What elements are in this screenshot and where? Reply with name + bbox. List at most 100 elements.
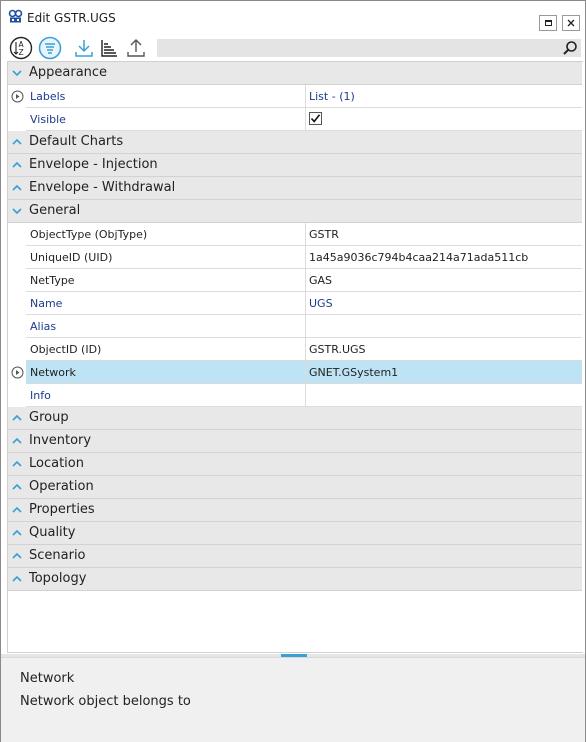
expand-circle-icon[interactable] — [11, 90, 24, 103]
chevron-up-icon[interactable] — [11, 481, 23, 493]
categorized-view-button[interactable] — [38, 36, 62, 60]
chevron-up-icon[interactable] — [11, 573, 23, 585]
property-row-name[interactable]: Name UGS — [8, 292, 582, 315]
property-value: 1a45a9036c794b4caa214a71ada511cb — [309, 251, 529, 264]
property-value-cell[interactable]: List - (1) — [306, 85, 582, 108]
property-grid: Appearance Labels List - (1) Visible Def… — [7, 61, 583, 653]
property-value-cell[interactable]: UGS — [306, 292, 582, 315]
chevron-up-icon[interactable] — [11, 550, 23, 562]
chevron-up-icon[interactable] — [11, 458, 23, 470]
chevron-up-icon[interactable] — [11, 504, 23, 516]
property-value-cell[interactable]: GSTR — [306, 223, 582, 246]
category-label: Location — [29, 456, 84, 471]
search-box[interactable] — [157, 39, 581, 57]
expand-circle-icon[interactable] — [11, 366, 24, 379]
category-label: Properties — [29, 502, 95, 517]
property-row-objectid[interactable]: ObjectID (ID) GSTR.UGS — [8, 338, 582, 361]
maximize-icon — [544, 20, 552, 26]
property-value: GSTR.UGS — [309, 343, 366, 356]
property-name: UniqueID (UID) — [30, 251, 113, 264]
chevron-up-icon[interactable] — [11, 527, 23, 539]
category-location[interactable]: Location — [8, 453, 582, 476]
chevron-down-icon[interactable] — [11, 67, 23, 79]
property-name: Labels — [30, 90, 66, 103]
close-button[interactable] — [562, 15, 580, 31]
upload-icon — [127, 39, 145, 57]
description-text: Network object belongs to — [20, 694, 191, 709]
category-general[interactable]: General — [8, 200, 582, 223]
sort-alphabetical-button[interactable]: A Z — [9, 36, 33, 60]
property-row-visible[interactable]: Visible — [8, 108, 582, 131]
chevron-down-icon[interactable] — [11, 205, 23, 217]
category-inventory[interactable]: Inventory — [8, 430, 582, 453]
description-panel: Network Network object belongs to — [1, 657, 585, 742]
property-row-objecttype[interactable]: ObjectType (ObjType) GSTR — [8, 223, 582, 246]
property-value: GNET.GSystem1 — [309, 366, 399, 379]
property-value-cell[interactable] — [306, 384, 582, 407]
sort-alphabetical-icon: A Z — [9, 36, 33, 60]
close-icon — [567, 19, 575, 27]
category-envelope-withdrawal[interactable]: Envelope - Withdrawal — [8, 177, 582, 200]
category-label: Operation — [29, 479, 94, 494]
sort-bars-icon — [101, 40, 117, 57]
maximize-button[interactable] — [539, 15, 557, 31]
category-label: General — [29, 203, 81, 218]
property-name: NetType — [30, 274, 75, 287]
chevron-up-icon[interactable] — [11, 182, 23, 194]
description-title: Network — [20, 671, 75, 686]
category-quality[interactable]: Quality — [8, 522, 582, 545]
property-row-labels[interactable]: Labels List - (1) — [8, 85, 582, 108]
visible-checkbox[interactable] — [309, 112, 322, 125]
property-name: Network — [30, 366, 76, 379]
property-row-network[interactable]: Network GNET.GSystem1 — [8, 361, 582, 384]
category-label: Scenario — [29, 548, 86, 563]
download-button[interactable] — [72, 36, 96, 60]
search-icon[interactable] — [562, 40, 578, 56]
checkmark-icon — [310, 114, 321, 123]
upload-button[interactable] — [124, 36, 148, 60]
category-label: Group — [29, 410, 69, 425]
category-scenario[interactable]: Scenario — [8, 545, 582, 568]
property-value: List - (1) — [309, 90, 355, 103]
category-group[interactable]: Group — [8, 407, 582, 430]
category-label: Envelope - Injection — [29, 157, 158, 172]
property-row-alias[interactable]: Alias — [8, 315, 582, 338]
category-envelope-injection[interactable]: Envelope - Injection — [8, 154, 582, 177]
property-name: Alias — [30, 320, 57, 333]
category-default-charts[interactable]: Default Charts — [8, 131, 582, 154]
app-icon — [8, 9, 23, 23]
category-appearance[interactable]: Appearance — [8, 62, 582, 85]
category-label: Quality — [29, 525, 76, 540]
property-value-cell[interactable]: GAS — [306, 269, 582, 292]
chevron-up-icon[interactable] — [11, 412, 23, 424]
edit-window: Edit GSTR.UGS A Z Appearance Labels List… — [0, 0, 586, 742]
chevron-up-icon[interactable] — [11, 136, 23, 148]
property-value-cell[interactable] — [306, 315, 582, 338]
property-value-cell[interactable]: GNET.GSystem1 — [306, 361, 582, 384]
property-row-nettype[interactable]: NetType GAS — [8, 269, 582, 292]
category-properties[interactable]: Properties — [8, 499, 582, 522]
sort-bars-button[interactable] — [97, 36, 121, 60]
property-name: ObjectID (ID) — [30, 343, 102, 356]
property-row-info[interactable]: Info — [8, 384, 582, 407]
chevron-up-icon[interactable] — [11, 435, 23, 447]
download-icon — [75, 40, 93, 57]
category-label: Topology — [29, 571, 87, 586]
property-value-cell[interactable]: 1a45a9036c794b4caa214a71ada511cb — [306, 246, 582, 269]
category-label: Default Charts — [29, 134, 124, 149]
property-name: Name — [30, 297, 63, 310]
category-label: Envelope - Withdrawal — [29, 180, 176, 195]
svg-text:Z: Z — [19, 48, 24, 57]
property-name: Info — [30, 389, 51, 402]
property-value: GAS — [309, 274, 333, 287]
property-row-uniqueid[interactable]: UniqueID (UID) 1a45a9036c794b4caa214a71a… — [8, 246, 582, 269]
window-title: Edit GSTR.UGS — [27, 11, 116, 25]
category-operation[interactable]: Operation — [8, 476, 582, 499]
title-bar[interactable]: Edit GSTR.UGS — [1, 1, 585, 33]
category-label: Appearance — [29, 65, 108, 80]
categorized-view-icon — [38, 36, 62, 60]
chevron-up-icon[interactable] — [11, 159, 23, 171]
property-value: UGS — [309, 297, 333, 310]
category-topology[interactable]: Topology — [8, 568, 582, 591]
property-value-cell[interactable]: GSTR.UGS — [306, 338, 582, 361]
